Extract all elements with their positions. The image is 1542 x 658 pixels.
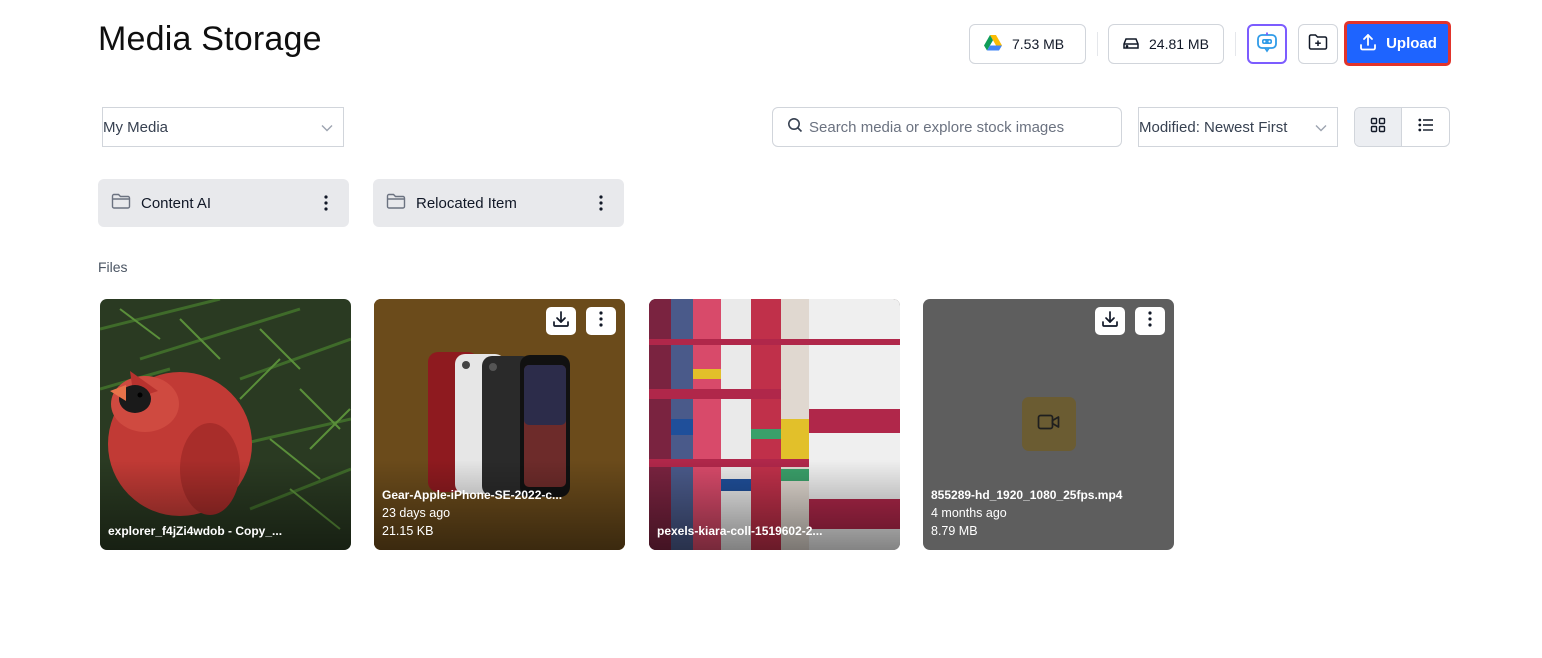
ai-assistant-button[interactable] (1247, 24, 1287, 64)
view-toggle (1354, 107, 1450, 147)
file-size: 21.15 KB (382, 524, 434, 538)
file-name: Gear-Apple-iPhone-SE-2022-c... (382, 488, 563, 502)
folder-icon (111, 193, 131, 214)
folder-icon (386, 193, 406, 214)
file-info: explorer_f4jZi4wdob - Copy_... (108, 522, 282, 540)
local-storage-usage-value: 24.81 MB (1149, 36, 1209, 52)
card-actions (1095, 307, 1165, 335)
file-info: Gear-Apple-iPhone-SE-2022-c... 23 days a… (382, 486, 562, 540)
folder-item[interactable]: Content AI (98, 179, 349, 227)
file-menu-button[interactable] (586, 307, 616, 335)
sort-value: Modified: Newest First (1139, 118, 1288, 136)
divider (1235, 32, 1236, 56)
search-field[interactable] (772, 107, 1122, 147)
video-placeholder (1022, 397, 1076, 451)
download-button[interactable] (546, 307, 576, 335)
file-info: pexels-kiara-coll-1519602-2... (657, 522, 822, 540)
new-folder-button[interactable] (1298, 24, 1338, 64)
download-icon (552, 310, 570, 333)
hard-drive-icon (1123, 36, 1139, 53)
ai-assistant-icon (1255, 30, 1279, 59)
search-icon (787, 117, 803, 138)
video-icon (1037, 413, 1061, 436)
folder-name: Content AI (141, 194, 212, 212)
sort-select[interactable]: Modified: Newest First (1138, 107, 1338, 147)
file-size: 8.79 MB (931, 524, 978, 538)
divider (1097, 32, 1098, 56)
file-card[interactable]: Gear-Apple-iPhone-SE-2022-c... 23 days a… (374, 299, 625, 550)
list-view-button[interactable] (1402, 108, 1449, 146)
google-drive-icon (984, 34, 1002, 54)
card-actions (546, 307, 616, 335)
upload-label: Upload (1386, 35, 1437, 52)
download-icon (1101, 310, 1119, 333)
file-card[interactable]: pexels-kiara-coll-1519602-2... (649, 299, 900, 550)
upload-icon (1358, 32, 1378, 56)
file-card[interactable]: 855289-hd_1920_1080_25fps.mp4 4 months a… (923, 299, 1174, 550)
upload-button[interactable]: Upload (1344, 21, 1451, 66)
kebab-icon[interactable] (590, 190, 612, 216)
kebab-icon (599, 310, 603, 332)
files-section-label: Files (98, 259, 128, 275)
download-button[interactable] (1095, 307, 1125, 335)
list-view-icon (1417, 118, 1434, 137)
folder-name: Relocated Item (416, 194, 517, 212)
page-title: Media Storage (98, 20, 322, 58)
grid-view-button[interactable] (1355, 108, 1403, 146)
media-source-value: My Media (103, 118, 169, 136)
kebab-icon[interactable] (315, 190, 337, 216)
chevron-down-icon (1315, 119, 1327, 136)
file-menu-button[interactable] (1135, 307, 1165, 335)
media-source-select[interactable]: My Media (102, 107, 344, 147)
file-name: pexels-kiara-coll-1519602-2... (657, 524, 823, 538)
new-folder-icon (1308, 33, 1328, 56)
file-card[interactable]: explorer_f4jZi4wdob - Copy_... (100, 299, 351, 550)
folder-item[interactable]: Relocated Item (373, 179, 624, 227)
file-info: 855289-hd_1920_1080_25fps.mp4 4 months a… (931, 486, 1122, 540)
kebab-icon (1148, 310, 1152, 332)
chevron-down-icon (321, 119, 333, 136)
file-name: explorer_f4jZi4wdob - Copy_... (108, 524, 283, 538)
google-drive-usage-value: 7.53 MB (1012, 36, 1065, 52)
grid-view-icon (1370, 117, 1386, 138)
local-storage-usage[interactable]: 24.81 MB (1108, 24, 1224, 64)
file-age: 4 months ago (931, 506, 1007, 520)
search-input[interactable] (809, 118, 1109, 136)
file-name: 855289-hd_1920_1080_25fps.mp4 (931, 488, 1123, 502)
file-age: 23 days ago (382, 506, 451, 520)
google-drive-usage[interactable]: 7.53 MB (969, 24, 1086, 64)
